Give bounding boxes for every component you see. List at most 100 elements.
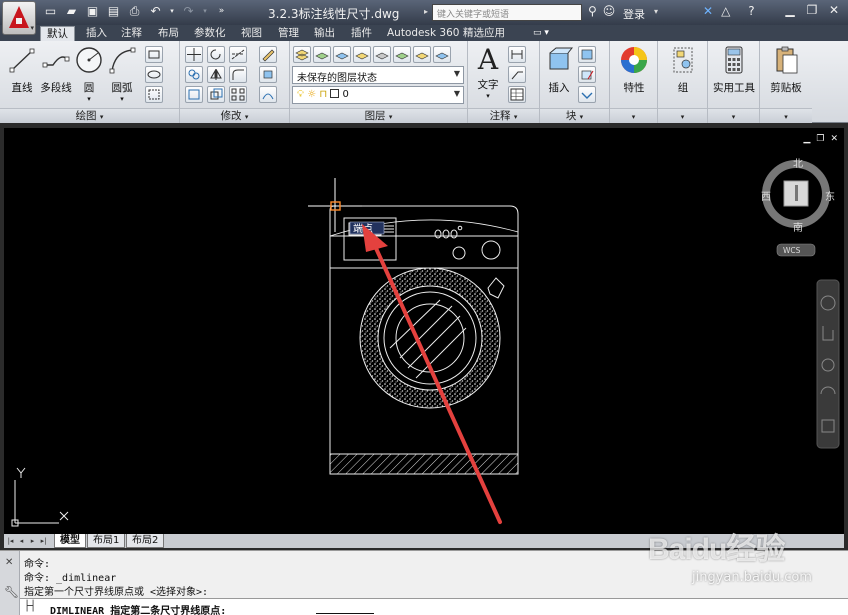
edit-attributes-icon[interactable] — [578, 86, 596, 103]
first-layout-icon[interactable]: |◂ — [6, 536, 15, 546]
erase-icon[interactable] — [259, 46, 277, 63]
tab-layout[interactable]: 布局 — [152, 26, 185, 41]
clipboard-tool[interactable]: 剪贴板 — [764, 45, 808, 95]
tab-autodesk-360[interactable]: Autodesk 360 — [381, 26, 465, 41]
layer-isolate-icon[interactable] — [353, 46, 371, 63]
layers-panel-title[interactable]: 图层 ▾ — [290, 108, 467, 123]
minimize-icon[interactable]: ▁ — [782, 3, 798, 17]
ribbon-minimize-icon[interactable]: ▭ ▾ — [527, 26, 555, 41]
group-tool[interactable]: 组 — [666, 45, 700, 95]
viewcube-west[interactable]: 西 — [761, 192, 771, 203]
exchange-icon[interactable]: ✕ — [703, 4, 713, 18]
properties-tool[interactable]: 特性 — [616, 45, 652, 95]
prev-layout-icon[interactable]: ◂ — [17, 536, 26, 546]
viewcube-east[interactable]: 东 — [825, 190, 835, 203]
viewcube-north[interactable]: 北 — [793, 158, 803, 170]
polyline-tool[interactable]: 多段线 — [39, 45, 73, 95]
utilities-panel-title[interactable]: ▾ — [708, 108, 759, 123]
login-link[interactable]: 登录 — [623, 6, 645, 22]
tab-output[interactable]: 输出 — [308, 26, 341, 41]
redo-icon[interactable]: ↷ — [180, 4, 197, 19]
move-icon[interactable] — [185, 46, 203, 63]
text-tool[interactable]: A 文字 ▾ — [472, 45, 504, 101]
command-input[interactable]: ├┤ DIMLINEAR 指定第二条尺寸界线原点: — [20, 598, 848, 615]
tab-default[interactable]: 默认 — [40, 26, 75, 41]
undo-icon[interactable]: ↶ — [147, 4, 164, 19]
layer-match-icon[interactable] — [333, 46, 351, 63]
open-file-icon[interactable]: ▰ — [63, 4, 80, 19]
fillet-icon[interactable] — [229, 66, 247, 83]
draw-panel-title[interactable]: 绘图 ▾ — [0, 108, 179, 123]
annotation-panel-title[interactable]: 注释 ▾ — [468, 108, 539, 123]
current-layer-dropdown[interactable]: 💡︎ ☼ ⊓ 0 ▼ — [292, 86, 464, 104]
table-icon[interactable] — [508, 86, 526, 103]
qat-expand-icon[interactable]: » — [213, 4, 230, 19]
layer-freeze-icon[interactable] — [393, 46, 411, 63]
viewcube-south[interactable]: 南 — [793, 221, 803, 234]
arc-tool[interactable]: 圆弧 ▾ — [106, 45, 138, 103]
tab-view[interactable]: 视图 — [235, 26, 268, 41]
tab-insert[interactable]: 插入 — [80, 26, 113, 41]
leader-icon[interactable] — [508, 66, 526, 83]
last-layout-icon[interactable]: ▸| — [39, 536, 48, 546]
modify-panel-title[interactable]: 修改 ▾ — [180, 108, 289, 123]
create-block-icon[interactable] — [578, 46, 596, 63]
rotate-icon[interactable] — [207, 46, 225, 63]
circle-tool[interactable]: 圆 ▾ — [74, 45, 104, 103]
layer-off-icon[interactable] — [373, 46, 391, 63]
ellipse-icon[interactable] — [145, 66, 163, 83]
layer-walk-icon[interactable] — [433, 46, 451, 63]
block-panel-title[interactable]: 块 ▾ — [540, 108, 609, 123]
wrench-icon[interactable]: 🔧︎ — [4, 585, 19, 599]
command-window-grip[interactable]: ✕ 🔧︎ — [0, 551, 20, 615]
layer-lock-icon[interactable] — [413, 46, 431, 63]
tab-layout1[interactable]: 布局1 — [87, 534, 126, 548]
save-as-icon[interactable]: ▤ — [105, 4, 122, 19]
search-input[interactable]: 键入关键字或短语 — [432, 4, 582, 21]
new-file-icon[interactable]: ▭ — [42, 4, 59, 19]
tab-parametric[interactable]: 参数化 — [188, 26, 232, 41]
linear-dimension-icon[interactable] — [508, 46, 526, 63]
trim-icon[interactable] — [229, 46, 247, 63]
layer-state-dropdown[interactable]: 未保存的图层状态 ▼ — [292, 66, 464, 84]
drawing-canvas[interactable]: ▁ ❐ ✕ WCS 北 南 东 西 — [4, 128, 844, 534]
user-icon[interactable]: ☺ — [603, 4, 616, 18]
group-panel-title[interactable]: ▾ — [658, 108, 707, 123]
utilities-tool[interactable]: 实用工具 — [710, 45, 758, 95]
offset-icon[interactable] — [259, 86, 277, 103]
stretch-icon[interactable] — [185, 86, 203, 103]
array-icon[interactable] — [229, 86, 247, 103]
explode-icon[interactable] — [259, 66, 277, 83]
viewcube[interactable]: WCS — [762, 160, 830, 257]
layer-state-icon[interactable] — [313, 46, 331, 63]
properties-panel-title[interactable]: ▾ — [610, 108, 657, 123]
application-menu-button[interactable]: ▾ — [2, 1, 36, 35]
layer-properties-icon[interactable] — [293, 46, 311, 63]
clipboard-panel-title[interactable]: ▾ — [760, 108, 812, 123]
line-tool[interactable]: 直线 — [6, 45, 38, 95]
insert-block-tool[interactable]: 插入 — [542, 45, 576, 95]
rectangle-icon[interactable] — [145, 46, 163, 63]
edit-block-icon[interactable] — [578, 66, 596, 83]
restore-icon[interactable]: ❐ — [804, 3, 820, 17]
binoculars-icon[interactable]: ⚲ — [588, 4, 597, 18]
tab-manage[interactable]: 管理 — [272, 26, 305, 41]
tab-featured-apps[interactable]: 精选应用 — [457, 26, 511, 41]
close-icon[interactable]: ✕ — [5, 557, 13, 568]
tab-plugins[interactable]: 插件 — [345, 26, 378, 41]
save-icon[interactable]: ▣ — [84, 4, 101, 19]
print-icon[interactable]: ⎙ — [126, 4, 143, 19]
search-expand-icon[interactable]: ▸ — [424, 7, 428, 16]
redo-dropdown-icon[interactable]: ▾ — [201, 4, 209, 19]
scale-icon[interactable] — [207, 86, 225, 103]
tab-annotate[interactable]: 注释 — [115, 26, 148, 41]
hatch-icon[interactable] — [145, 86, 163, 103]
login-dropdown-icon[interactable]: ▾ — [654, 7, 658, 16]
mirror-icon[interactable] — [207, 66, 225, 83]
tab-layout2[interactable]: 布局2 — [126, 534, 165, 548]
a360-icon[interactable]: △ — [721, 4, 730, 18]
tab-model[interactable]: 模型 — [54, 534, 86, 548]
undo-dropdown-icon[interactable]: ▾ — [168, 4, 176, 19]
help-icon[interactable]: ? — [748, 4, 754, 18]
copy-icon[interactable] — [185, 66, 203, 83]
